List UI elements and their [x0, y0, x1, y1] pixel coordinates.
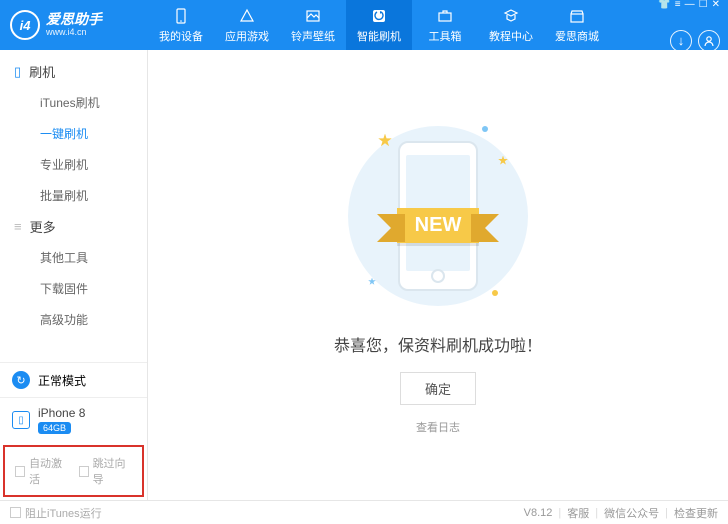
- apps-icon: [238, 7, 256, 25]
- nav-toolbox[interactable]: 工具箱: [412, 0, 478, 50]
- sidebar-item-download-firmware[interactable]: 下载固件: [0, 273, 147, 304]
- support-link[interactable]: 客服: [567, 505, 589, 521]
- nav-label: 爱思商城: [555, 28, 599, 44]
- toolbox-icon: [436, 7, 454, 25]
- download-icon[interactable]: ↓: [670, 30, 692, 52]
- nav-tutorial[interactable]: 教程中心: [478, 0, 544, 50]
- storage-badge: 64GB: [38, 422, 71, 434]
- device-small-icon: ▯: [12, 411, 30, 429]
- device-icon: [172, 7, 190, 25]
- logo-area: i4 爱思助手 www.i4.cn: [0, 10, 148, 40]
- block-itunes-checkbox[interactable]: 阻止iTunes运行: [10, 505, 102, 521]
- flash-icon: [370, 7, 388, 25]
- nav-label: 铃声壁纸: [291, 28, 335, 44]
- maximize-icon[interactable]: ☐: [699, 0, 708, 10]
- device-name: iPhone 8: [38, 406, 85, 420]
- sidebar-item-batch-flash[interactable]: 批量刷机: [0, 180, 147, 211]
- auto-activate-checkbox[interactable]: 自动激活: [15, 455, 69, 487]
- refresh-icon: ↻: [12, 371, 30, 389]
- sidebar-item-itunes-flash[interactable]: iTunes刷机: [0, 87, 147, 118]
- nav-flash[interactable]: 智能刷机: [346, 0, 412, 50]
- checkbox-label: 跳过向导: [93, 455, 132, 487]
- window-controls: 👕 ≡ — ☐ ✕: [658, 0, 720, 10]
- checkbox-row: 自动激活 跳过向导: [3, 445, 144, 497]
- update-link[interactable]: 检查更新: [674, 505, 718, 521]
- device-block[interactable]: ▯ iPhone 8 64GB: [0, 397, 147, 442]
- logo-icon: i4: [10, 10, 40, 40]
- nav-label: 智能刷机: [357, 28, 401, 44]
- nav-apps[interactable]: 应用游戏: [214, 0, 280, 50]
- sidebar-item-oneclick-flash[interactable]: 一键刷机: [0, 118, 147, 149]
- confirm-button[interactable]: 确定: [400, 372, 476, 405]
- checkbox-icon: [15, 466, 25, 477]
- nav-label: 我的设备: [159, 28, 203, 44]
- sidebar-section-more: ≡ 更多: [0, 211, 147, 242]
- checkbox-label: 阻止iTunes运行: [25, 505, 102, 521]
- brand-name: 爱思助手: [46, 12, 102, 27]
- menu-icon[interactable]: ≡: [675, 0, 681, 10]
- body: ▯ 刷机 iTunes刷机 一键刷机 专业刷机 批量刷机 ≡ 更多 其他工具 下…: [0, 50, 728, 500]
- wechat-link[interactable]: 微信公众号: [604, 505, 659, 521]
- skip-wizard-checkbox[interactable]: 跳过向导: [79, 455, 133, 487]
- close-icon[interactable]: ✕: [712, 0, 720, 10]
- mode-label: 正常模式: [38, 372, 86, 389]
- footer: 阻止iTunes运行 V8.12 | 客服 | 微信公众号 | 检查更新: [0, 500, 728, 524]
- nav-label: 工具箱: [429, 28, 462, 44]
- version-label: V8.12: [524, 507, 553, 519]
- sidebar: ▯ 刷机 iTunes刷机 一键刷机 专业刷机 批量刷机 ≡ 更多 其他工具 下…: [0, 50, 148, 500]
- section-label: 更多: [30, 217, 56, 236]
- nav-ringtones[interactable]: 铃声壁纸: [280, 0, 346, 50]
- sidebar-item-pro-flash[interactable]: 专业刷机: [0, 149, 147, 180]
- nav: 我的设备 应用游戏 铃声壁纸 智能刷机 工具箱 教程中心 爱思商城: [148, 0, 658, 50]
- sidebar-section-flash: ▯ 刷机: [0, 56, 147, 87]
- nav-shop[interactable]: 爱思商城: [544, 0, 610, 50]
- brand-url: www.i4.cn: [46, 28, 102, 38]
- checkbox-icon: [79, 466, 89, 477]
- brand: 爱思助手 www.i4.cn: [46, 12, 102, 37]
- sidebar-item-advanced[interactable]: 高级功能: [0, 304, 147, 335]
- nav-my-device[interactable]: 我的设备: [148, 0, 214, 50]
- new-ribbon: NEW: [397, 208, 480, 243]
- mode-block[interactable]: ↻ 正常模式: [0, 362, 147, 397]
- checkbox-icon: [10, 507, 21, 518]
- header-right: 👕 ≡ — ☐ ✕ ↓: [658, 0, 728, 52]
- sidebar-item-other-tools[interactable]: 其他工具: [0, 242, 147, 273]
- nav-label: 应用游戏: [225, 28, 269, 44]
- user-icon[interactable]: [698, 30, 720, 52]
- phone-icon: ▯: [14, 64, 21, 80]
- shop-icon: [568, 7, 586, 25]
- success-message: 恭喜您，保资料刷机成功啦！: [334, 332, 542, 356]
- checkbox-label: 自动激活: [29, 455, 68, 487]
- nav-label: 教程中心: [489, 28, 533, 44]
- wallpaper-icon: [304, 7, 322, 25]
- header: i4 爱思助手 www.i4.cn 我的设备 应用游戏 铃声壁纸 智能刷机 工具…: [0, 0, 728, 50]
- section-label: 刷机: [29, 62, 55, 81]
- skin-icon[interactable]: 👕: [658, 0, 670, 10]
- more-icon: ≡: [14, 219, 22, 234]
- tutorial-icon: [502, 7, 520, 25]
- minimize-icon[interactable]: —: [685, 0, 695, 10]
- success-illustration: NEW: [338, 116, 538, 316]
- view-log-link[interactable]: 查看日志: [416, 419, 460, 435]
- main-content: NEW 恭喜您，保资料刷机成功啦！ 确定 查看日志: [148, 50, 728, 500]
